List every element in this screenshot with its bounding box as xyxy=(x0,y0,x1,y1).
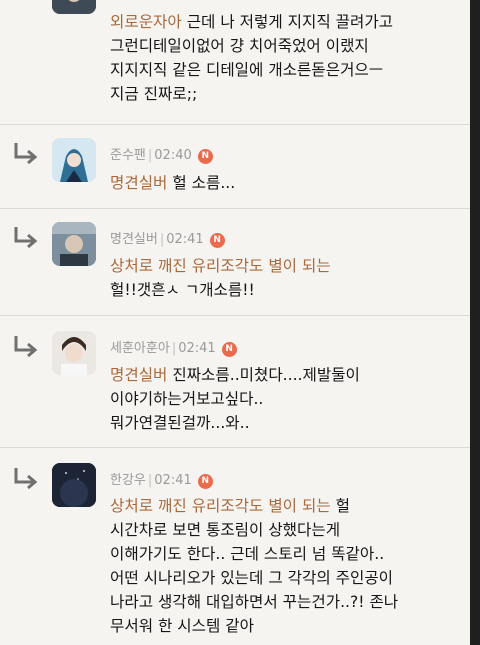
comment-line: 나라고 생각해 대입하면서 꾸는건가..?! 존나 xyxy=(110,593,399,611)
comment-meta: 세훈아훈아 | 02:41 N xyxy=(110,337,237,357)
avatar[interactable] xyxy=(52,463,96,507)
comment-line: 명견실버 헐 소름... xyxy=(110,174,236,192)
comment-line: 명견실버 진짜소름..미쳤다....제발둘이 xyxy=(110,366,360,384)
comment-line: 어떤 시나리오가 있는데 그 각각의 주인공이 xyxy=(110,569,394,587)
comment-line: 이야기하는거보고싶다.. xyxy=(110,390,264,408)
comment-time: 02:41 xyxy=(154,473,192,488)
reply-arrow-icon xyxy=(14,336,38,358)
comment-line: 뭐가연결된걸까...와.. xyxy=(110,414,250,432)
comment-time: 02:41 xyxy=(178,341,216,356)
comment-meta: 준수팬 | 02:40 N xyxy=(110,144,213,164)
mention-link[interactable]: 외로운자아 xyxy=(110,13,182,31)
comment-thread: 외로운자아 근데 나 저렇게 지지직 끌려가고 그런디테일이없어 걍 치어죽었어… xyxy=(0,0,470,645)
mention-link[interactable]: 명견실버 xyxy=(110,366,167,384)
comment-line: 그런디테일이없어 걍 치어죽었어 이랬지 xyxy=(110,37,369,55)
mention-link[interactable]: 명견실버 xyxy=(110,174,167,192)
comment-line: 외로운자아 근데 나 저렇게 지지직 끌려가고 xyxy=(110,13,394,31)
reply-arrow-icon xyxy=(14,468,38,490)
comment-body: 명견실버 헐 소름... xyxy=(110,171,460,195)
author-name[interactable]: 세훈아훈아 xyxy=(110,341,170,356)
author-name[interactable]: 준수팬 xyxy=(110,148,146,163)
comment-item: 준수팬 | 02:40 N 명견실버 헐 소름... xyxy=(0,124,470,209)
comment-item: 세훈아훈아 | 02:41 N 명견실버 진짜소름..미쳤다....제발둘이 이야기하… xyxy=(0,315,470,448)
reply-arrow-icon xyxy=(14,143,38,165)
comment-body: 명견실버 진짜소름..미쳤다....제발둘이 이야기하는거보고싶다.. 뭐가연결… xyxy=(110,363,460,435)
comment-meta: 한강우 | 02:41 N xyxy=(110,469,213,489)
comment-item: 한강우 | 02:41 N 상처로 깨진 유리조각도 별이 되는 헐 시간차로 보면 … xyxy=(0,447,470,645)
author-name[interactable]: 명견실버 xyxy=(110,232,158,247)
comment-line: 지지지직 같은 디테일에 개소른돋은거으ㅡ xyxy=(110,61,384,79)
comment-line: 상처로 깨진 유리조각도 별이 되는 헐 xyxy=(110,497,350,515)
avatar[interactable] xyxy=(52,222,96,266)
comment-body: 외로운자아 근데 나 저렇게 지지직 끌려가고 그런디테일이없어 걍 치어죽었어… xyxy=(110,10,460,106)
comment-line: 시간차로 보면 통조림이 상했다는게 xyxy=(110,521,341,539)
new-badge-icon: N xyxy=(221,342,237,357)
comment-line: 이해가기도 한다.. 근데 스토리 넘 똑같아.. xyxy=(110,545,385,563)
comment-line: 헐!!갯흔ㅅ ㄱ개소름!! xyxy=(110,281,255,299)
comment-line: 지금 진짜로;; xyxy=(110,85,198,103)
new-badge-icon: N xyxy=(197,149,213,164)
comment-body: 상처로 깨진 유리조각도 별이 되는 헐!!갯흔ㅅ ㄱ개소름!! xyxy=(110,254,460,302)
comment-time: 02:40 xyxy=(154,148,192,163)
comment-body: 상처로 깨진 유리조각도 별이 되는 헐 시간차로 보면 통조림이 상했다는게 … xyxy=(110,494,460,638)
avatar[interactable] xyxy=(52,0,96,14)
avatar[interactable] xyxy=(52,138,96,182)
screen-edge xyxy=(470,0,480,645)
comment-meta: 명견실버 | 02:41 N xyxy=(110,228,225,248)
comment-item: 명견실버 | 02:41 N 상처로 깨진 유리조각도 별이 되는 헐!!갯흔ㅅ ㄱ개… xyxy=(0,208,470,316)
comment-item: 외로운자아 근데 나 저렇게 지지직 끌려가고 그런디테일이없어 걍 치어죽었어… xyxy=(0,0,470,125)
comment-line: 무서워 한 시스템 같아 xyxy=(110,617,254,635)
mention-link[interactable]: 상처로 깨진 유리조각도 별이 되는 xyxy=(110,497,331,515)
mention-link[interactable]: 상처로 깨진 유리조각도 별이 되는 xyxy=(110,257,331,275)
avatar[interactable] xyxy=(52,331,96,375)
new-badge-icon: N xyxy=(209,233,225,248)
author-name[interactable]: 한강우 xyxy=(110,473,146,488)
new-badge-icon: N xyxy=(197,474,213,489)
comment-line: 상처로 깨진 유리조각도 별이 되는 xyxy=(110,254,460,278)
comment-time: 02:41 xyxy=(166,232,204,247)
reply-arrow-icon xyxy=(14,227,38,249)
